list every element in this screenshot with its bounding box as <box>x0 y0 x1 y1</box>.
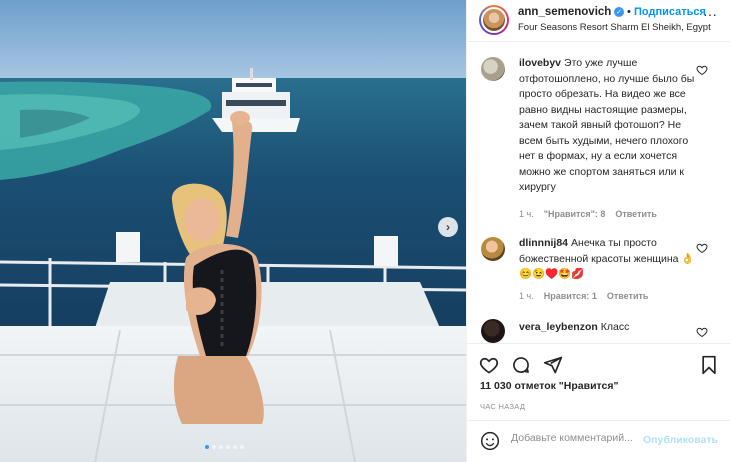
post-actions <box>467 343 730 375</box>
carousel-dot <box>219 445 223 449</box>
comment-likes[interactable]: "Нравится": 8 <box>544 209 606 219</box>
commenter-username[interactable]: dlinnnij84 <box>519 237 568 249</box>
post-side-panel: ann_semenovich ✓ • Подписаться Four Seas… <box>466 0 730 462</box>
reply-button[interactable]: Ответить <box>607 291 649 301</box>
heart-icon[interactable] <box>479 355 499 375</box>
emoji-icon[interactable] <box>480 431 500 451</box>
carousel-dot <box>205 445 209 449</box>
instagram-post-window: › ann_semenovich ✓ • Подписаться Four Se… <box>0 0 730 462</box>
header-separator: • <box>627 6 631 18</box>
heart-icon[interactable] <box>696 64 708 76</box>
carousel-dot <box>226 445 230 449</box>
likes-count[interactable]: 11 030 отметок "Нравится" <box>480 380 618 392</box>
heart-icon[interactable] <box>696 326 708 338</box>
verified-icon: ✓ <box>614 7 624 17</box>
comment-meta: 1 ч. "Нравится": 8 Ответить <box>519 209 657 219</box>
comment-time[interactable]: 1 ч. <box>519 291 534 301</box>
carousel-dots <box>205 445 244 449</box>
commenter-avatar[interactable] <box>481 319 505 343</box>
post-location[interactable]: Four Seasons Resort Sharm El Sheikh, Egy… <box>518 22 711 33</box>
commenter-username[interactable]: ilovebyv <box>519 57 561 69</box>
carousel-dot <box>240 445 244 449</box>
comment-time[interactable]: 1 ч. <box>519 209 534 219</box>
publish-button[interactable]: Опубликовать <box>643 434 718 446</box>
author-username[interactable]: ann_semenovich <box>518 6 611 18</box>
commenter-avatar[interactable] <box>481 57 505 81</box>
chevron-right-icon: › <box>446 220 450 234</box>
comment-meta: 1 ч. Нравится: 1 Ответить <box>519 291 648 301</box>
bookmark-icon[interactable] <box>699 355 719 375</box>
comment-likes[interactable]: Нравится: 1 <box>544 291 597 301</box>
comment-body: dlinnnij84 Анечка ты просто божественной … <box>519 236 697 283</box>
comment-body: ilovebyv Это уже лучше отфотошоплено, но … <box>519 56 697 196</box>
carousel-dot <box>233 445 237 449</box>
reply-button[interactable]: Ответить <box>615 209 657 219</box>
comment-icon[interactable] <box>511 355 531 375</box>
follow-button[interactable]: Подписаться <box>634 6 706 18</box>
comment-text: Это уже лучше отфотошоплено, но лучше бы… <box>519 57 695 193</box>
post-time[interactable]: ЧАС НАЗАД <box>480 402 525 411</box>
commenter-username[interactable]: vera_leybenzon <box>519 321 598 333</box>
heart-icon[interactable] <box>696 242 708 254</box>
next-slide-button[interactable]: › <box>438 217 458 237</box>
comment-text: Класс <box>600 321 630 333</box>
carousel-dot <box>212 445 216 449</box>
add-comment-input[interactable] <box>511 432 639 444</box>
comments-list: ilovebyv Это уже лучше отфотошоплено, но … <box>467 43 730 343</box>
author-avatar[interactable] <box>479 5 509 35</box>
commenter-avatar[interactable] <box>481 237 505 261</box>
photo-scene <box>0 0 466 462</box>
add-comment-bar: Опубликовать <box>467 420 730 462</box>
more-icon[interactable]: ··· <box>703 6 717 22</box>
comment-body: vera_leybenzon Класс <box>519 320 697 336</box>
share-icon[interactable] <box>543 355 563 375</box>
post-photo[interactable]: › <box>0 0 466 462</box>
post-header: ann_semenovich ✓ • Подписаться Four Seas… <box>467 0 730 42</box>
